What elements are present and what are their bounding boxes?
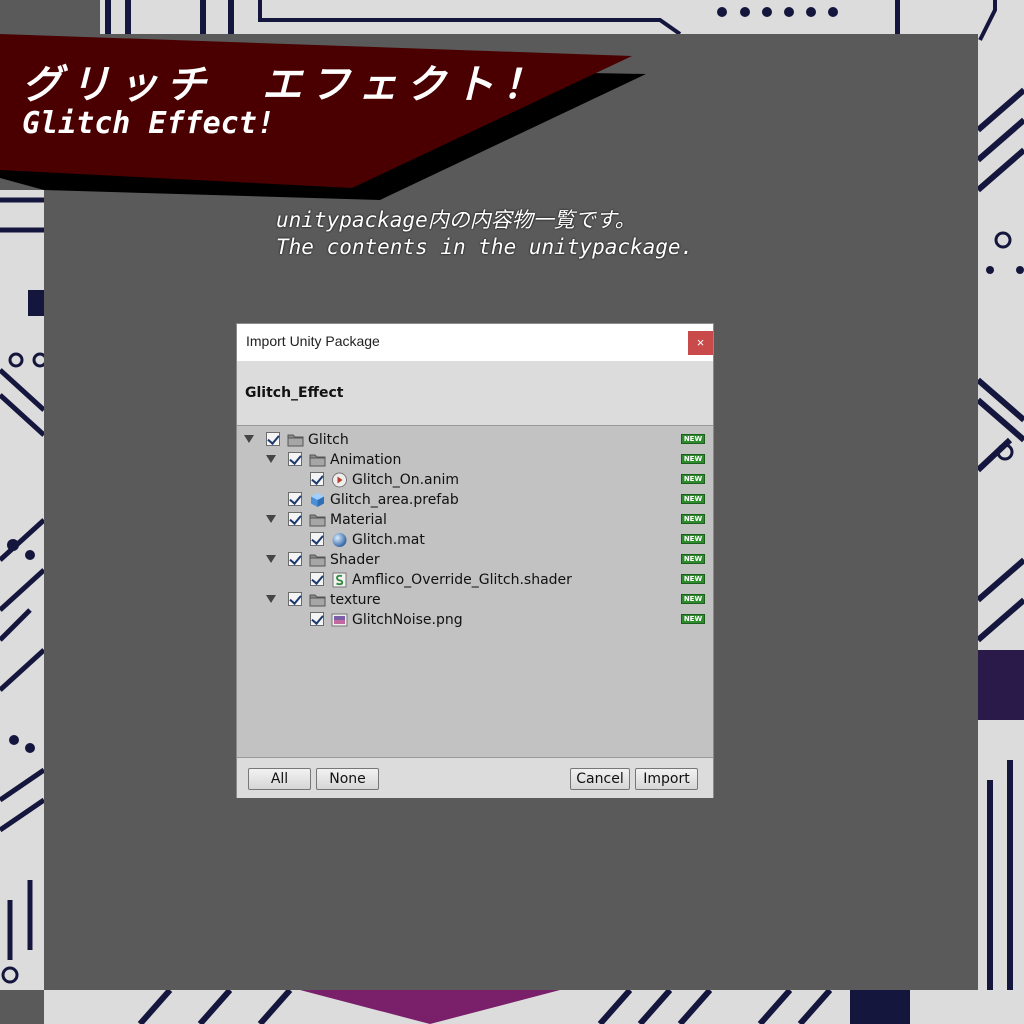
item-label: Amflico_Override_Glitch.shader (352, 572, 572, 588)
expand-arrow-icon[interactable] (266, 595, 276, 603)
item-label: Glitch.mat (352, 532, 425, 548)
item-label: Glitch (308, 432, 349, 448)
prefab-icon (311, 493, 324, 507)
cancel-button[interactable]: Cancel (570, 768, 630, 790)
title-japanese: グリッチ エフェクト！ (22, 62, 550, 108)
item-label: Glitch_area.prefab (330, 492, 459, 508)
close-button[interactable]: × (688, 331, 713, 355)
folder-icon (287, 434, 304, 447)
dialog-title: Import Unity Package (246, 333, 380, 349)
new-badge: NEW (681, 574, 705, 584)
new-badge: NEW (681, 474, 705, 484)
new-badge: NEW (681, 514, 705, 524)
package-name: Glitch_Effect (245, 385, 344, 401)
subtitle-english: The contents in the unitypackage. (276, 235, 694, 259)
dialog-titlebar[interactable]: Import Unity Package × (237, 324, 713, 361)
expand-arrow-icon[interactable] (266, 515, 276, 523)
item-label: Shader (330, 552, 380, 568)
title-english: Glitch Effect! (22, 106, 275, 141)
select-none-button[interactable]: None (316, 768, 379, 790)
new-badge: NEW (681, 614, 705, 624)
item-checkbox[interactable] (288, 552, 302, 566)
new-badge: NEW (681, 434, 705, 444)
subtitle-japanese: unitypackage内の内容物一覧です。 (276, 208, 636, 232)
item-checkbox[interactable] (288, 492, 302, 506)
tree-row-animation: Animation NEW (237, 451, 713, 471)
tree-row-glitch-on-anim: Glitch_On.anim NEW (237, 471, 713, 491)
item-checkbox[interactable] (288, 512, 302, 526)
shader-icon (332, 572, 347, 588)
material-icon (332, 533, 347, 547)
tree-row-shader: Shader NEW (237, 551, 713, 571)
tree-row-override-shader: Amflico_Override_Glitch.shader NEW (237, 571, 713, 591)
item-checkbox[interactable] (310, 472, 324, 486)
item-label: Animation (330, 452, 402, 468)
new-badge: NEW (681, 554, 705, 564)
select-all-button[interactable]: All (248, 768, 311, 790)
item-label: texture (330, 592, 381, 608)
package-header: Glitch_Effect (237, 361, 713, 426)
tree-row-glitch-area-prefab: Glitch_area.prefab NEW (237, 491, 713, 511)
item-checkbox[interactable] (310, 612, 324, 626)
folder-icon (309, 514, 326, 527)
item-checkbox[interactable] (266, 432, 280, 446)
item-checkbox[interactable] (310, 532, 324, 546)
tree-row-glitch-mat: Glitch.mat NEW (237, 531, 713, 551)
item-checkbox[interactable] (310, 572, 324, 586)
folder-icon (309, 594, 326, 607)
tree-row-glitch: Glitch NEW (237, 431, 713, 451)
folder-icon (309, 554, 326, 567)
folder-icon (309, 454, 326, 467)
item-label: Glitch_On.anim (352, 472, 460, 488)
package-contents-tree: Glitch NEW Animation NEW Glitch_On.anim … (237, 427, 713, 757)
new-badge: NEW (681, 534, 705, 544)
item-checkbox[interactable] (288, 592, 302, 606)
tree-row-material: Material NEW (237, 511, 713, 531)
item-label: Material (330, 512, 387, 528)
new-badge: NEW (681, 594, 705, 604)
new-badge: NEW (681, 494, 705, 504)
expand-arrow-icon[interactable] (266, 455, 276, 463)
item-checkbox[interactable] (288, 452, 302, 466)
tree-row-texture: texture NEW (237, 591, 713, 611)
animation-icon (332, 472, 347, 488)
expand-arrow-icon[interactable] (266, 555, 276, 563)
import-button[interactable]: Import (635, 768, 698, 790)
new-badge: NEW (681, 454, 705, 464)
texture-icon (331, 613, 348, 627)
item-label: GlitchNoise.png (352, 612, 463, 628)
expand-arrow-icon[interactable] (244, 435, 254, 443)
dialog-footer: All None Cancel Import (237, 757, 713, 798)
tree-row-glitchnoise-png: GlitchNoise.png NEW (237, 611, 713, 631)
import-package-dialog: Import Unity Package × Glitch_Effect Gli… (236, 323, 714, 798)
